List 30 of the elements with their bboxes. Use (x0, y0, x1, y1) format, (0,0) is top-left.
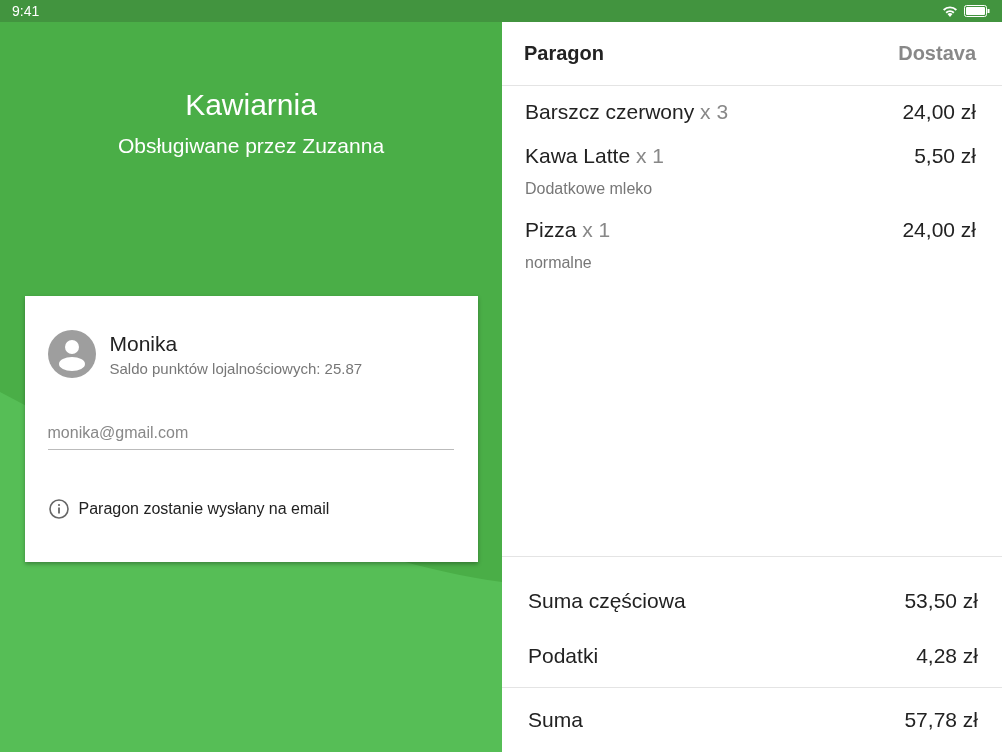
email-field[interactable]: monika@gmail.com (47, 418, 454, 450)
status-time: 9:41 (12, 3, 40, 19)
item-price: 24,00 zł (902, 218, 976, 242)
store-subtitle: Obsługiwane przez Zuzanna (117, 134, 385, 158)
item-price: 5,50 zł (914, 144, 976, 168)
item-note: Dodatkowe mleko (525, 180, 654, 198)
avatar-icon (47, 330, 96, 378)
battery-icon (964, 5, 990, 17)
item-name: Barszcz czerwony (525, 100, 695, 123)
summary-value: 4,28 zł (916, 643, 978, 668)
summary-value: 53,50 zł (904, 588, 978, 613)
item-name: Kawa Latte (525, 144, 631, 167)
item-price: 24,00 zł (902, 100, 976, 124)
item-note: normalne (525, 254, 593, 272)
tab[interactable]: Dostava (898, 42, 976, 65)
customer-name: Monika (109, 331, 179, 356)
item-name: Pizza (525, 218, 577, 241)
total-label: Suma (528, 708, 583, 732)
summary-label: Suma częściowa (528, 588, 686, 613)
wifi-icon (942, 5, 958, 17)
loyalty-balance: Saldo punktów lojalnościowych: 25.87 (109, 359, 363, 377)
info-icon (47, 498, 70, 520)
item-quantity: x 3 (700, 100, 729, 123)
notice-text: Paragon zostanie wysłany na email (78, 500, 330, 518)
summary-label: Podatki (528, 643, 599, 668)
total-value: 57,78 zł (904, 708, 978, 732)
store-title: Kawiarnia (184, 88, 318, 122)
item-quantity: x 1 (635, 144, 664, 167)
tab[interactable]: Paragon (524, 42, 605, 65)
item-quantity: x 1 (582, 218, 611, 241)
